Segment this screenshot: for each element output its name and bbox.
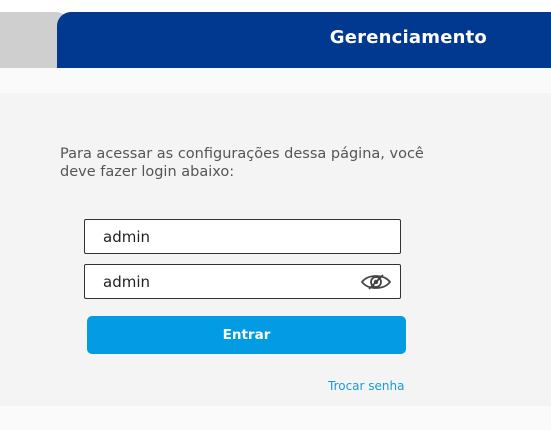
login-button[interactable]: Entrar	[87, 316, 406, 354]
change-password-link[interactable]: Trocar senha	[328, 379, 404, 393]
username-input[interactable]	[103, 220, 353, 253]
bottom-divider	[0, 406, 551, 430]
login-instructions: Para acessar as configurações dessa pági…	[60, 146, 424, 180]
eye-icon[interactable]	[360, 272, 392, 292]
password-field[interactable]	[84, 264, 401, 299]
header-bar: Gerenciamento	[57, 12, 551, 68]
username-field[interactable]	[84, 219, 401, 254]
page-title: Gerenciamento	[329, 27, 487, 48]
password-input[interactable]	[103, 265, 353, 298]
login-panel: Para acessar as configurações dessa pági…	[0, 93, 551, 406]
login-page: Gerenciamento Para acessar as configuraç…	[0, 0, 551, 430]
top-divider	[0, 68, 551, 93]
